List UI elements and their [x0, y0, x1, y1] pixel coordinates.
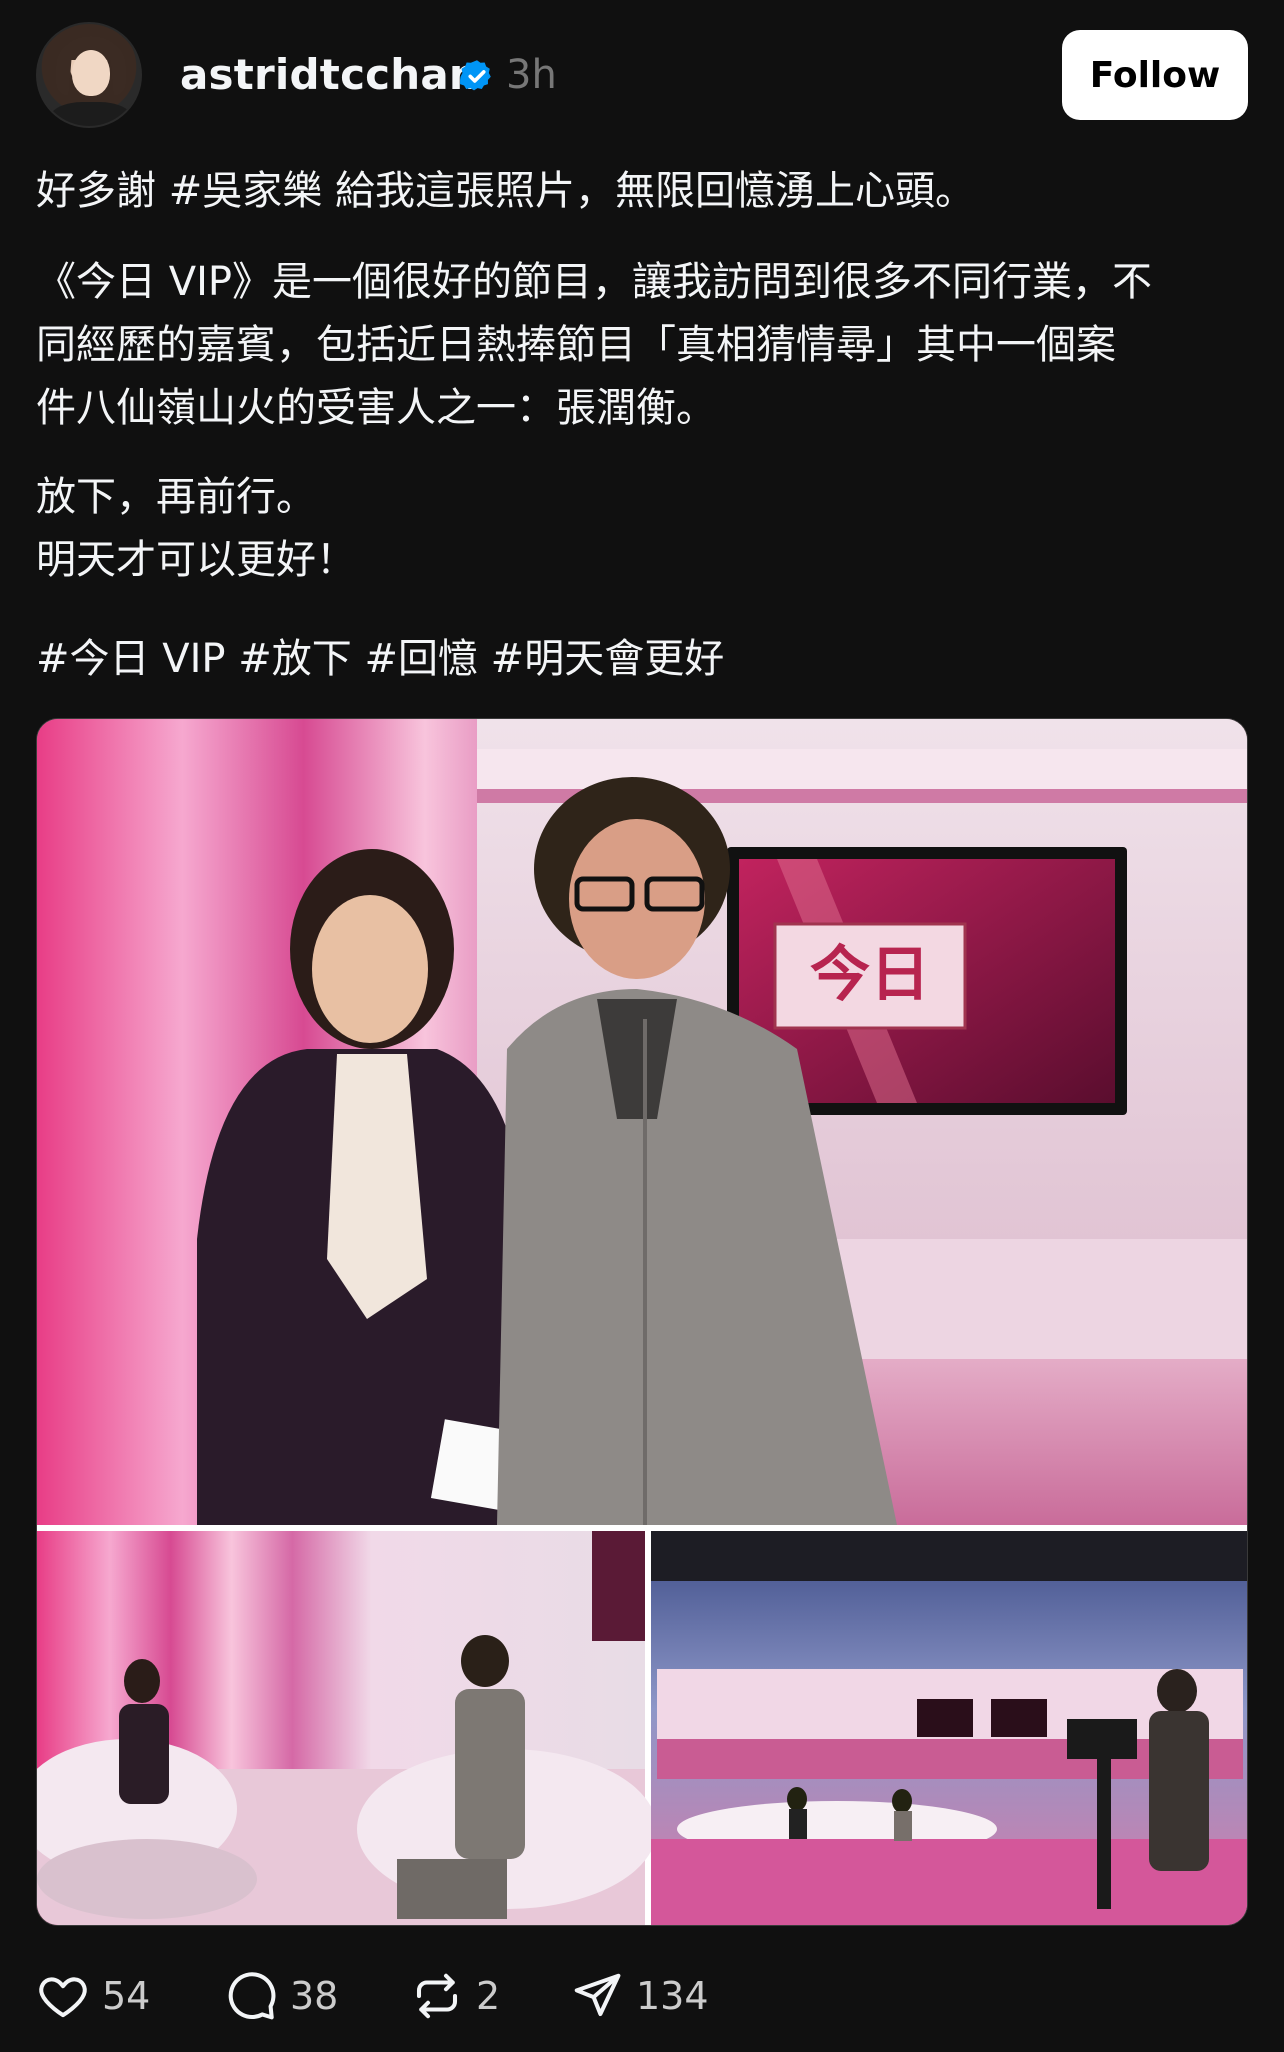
caption-hashtags[interactable]: #今日 VIP #放下 #回憶 #明天會更好	[36, 628, 1248, 691]
post-time: 3h	[506, 52, 557, 98]
repost-count: 2	[476, 1974, 501, 2018]
caption-line[interactable]: #今日 VIP #放下 #回憶 #明天會更好	[36, 628, 1248, 691]
comment-count: 38	[290, 1974, 339, 2018]
heart-icon	[39, 1977, 87, 2018]
repost-icon	[416, 1973, 458, 2019]
follow-button[interactable]: Follow	[1062, 30, 1248, 120]
share-button[interactable]: 134	[570, 1966, 709, 2026]
caption-paragraph-1: 好多謝 #吳家樂 給我這張照片，無限回憶湧上心頭。	[36, 160, 1248, 223]
send-icon	[574, 1973, 621, 2017]
username-link[interactable]: astridtcchan	[180, 50, 479, 99]
repost-button[interactable]: 2	[410, 1966, 500, 2026]
avatar-face	[72, 50, 110, 96]
caption-line: 件八仙嶺山火的受害人之一：張潤衡。	[36, 385, 716, 431]
caption-line: 同經歷的嘉賓，包括近日熱捧節目「真相猜情尋」其中一個案	[36, 322, 1116, 368]
caption-line: 放下，再前行。	[36, 474, 316, 520]
tv-studio-photo-collage: 今日	[37, 719, 1247, 1925]
comment-button[interactable]: 38	[224, 1966, 338, 2026]
caption-line: 好多謝 #吳家樂 給我這張照片，無限回憶湧上心頭。	[36, 168, 975, 214]
post-image[interactable]: 今日	[36, 718, 1248, 1926]
verified-badge-icon	[460, 60, 491, 91]
caption-paragraph-3: 放下，再前行。 明天才可以更好！	[36, 466, 1248, 592]
comment-icon	[228, 1972, 276, 2020]
screen-logo-text: 今日	[810, 940, 930, 1010]
caption-line: 明天才可以更好！	[36, 537, 356, 583]
caption-paragraph-2: 《今日 VIP》是一個很好的節目，讓我訪問到很多不同行業，不 同經歷的嘉賓，包括…	[36, 251, 1248, 440]
thread-post: astridtcchan 3h Follow 好多謝 #吳家樂 給我這張照片，無…	[0, 0, 1284, 2052]
profile-avatar[interactable]	[36, 22, 142, 128]
caption-line: 《今日 VIP》是一個很好的節目，讓我訪問到很多不同行業，不	[36, 259, 1152, 305]
like-button[interactable]: 54	[36, 1966, 150, 2026]
like-count: 54	[102, 1974, 151, 2018]
avatar-shirt	[50, 102, 132, 126]
share-count: 134	[636, 1974, 709, 2018]
